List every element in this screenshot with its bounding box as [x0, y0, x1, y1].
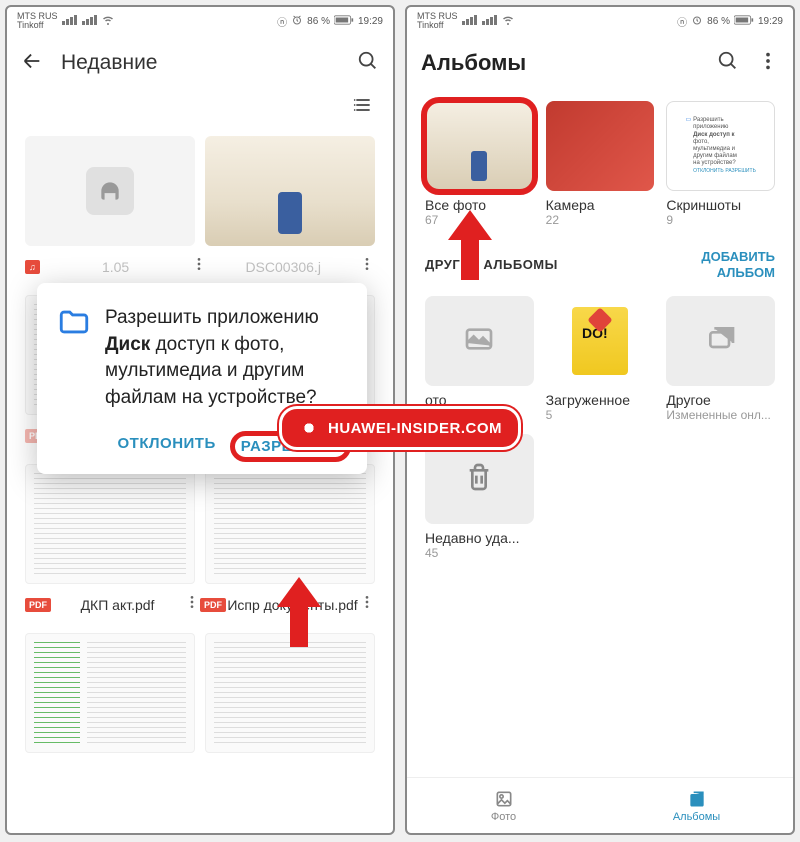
- pdf-badge-2: PDF: [25, 598, 51, 612]
- search-button[interactable]: [357, 50, 379, 77]
- trash-icon: [463, 461, 495, 498]
- album-oname-2: Другое: [666, 392, 775, 408]
- page-title-r: Альбомы: [421, 50, 699, 76]
- album-other-2[interactable]: Другое Измененные онл...: [666, 296, 775, 422]
- pdf-badge-3: PDF: [200, 598, 226, 612]
- more-button-2[interactable]: [359, 256, 375, 277]
- mini-l3: Диск доступ к: [693, 132, 734, 138]
- watermark-text: HUAWEI-INSIDER.COM: [328, 420, 502, 437]
- wifi-icon: [102, 14, 114, 29]
- nav-albums[interactable]: Альбомы: [600, 778, 793, 833]
- dialog-app-name: Диск: [105, 334, 150, 355]
- alarm-icon-r: [691, 14, 703, 29]
- album-screenshots[interactable]: ▭ РазрешитьприложениюДиск доступ кфото,м…: [666, 101, 775, 227]
- pdf-badge-icon: ♫: [25, 260, 40, 274]
- signal-icon-2: [82, 15, 98, 28]
- album-oname-3: Недавно уда...: [425, 530, 534, 546]
- time-text: 19:29: [358, 16, 383, 27]
- battery-text: 86 %: [307, 16, 330, 27]
- signal-icon-r: [462, 15, 478, 28]
- status-bar: MTS RUSTinkoff ⓝ 86 % 19:29: [7, 7, 393, 35]
- mini-l1: Разрешить: [693, 117, 724, 123]
- mini-l6: другим файлам: [693, 153, 737, 159]
- status-bar-r: MTS RUSTinkoff ⓝ 86 % 19:29: [407, 7, 793, 35]
- file-photo-thumb[interactable]: [205, 136, 375, 246]
- battery-icon: [334, 15, 354, 28]
- album-camera[interactable]: Камера 22: [546, 101, 655, 227]
- mini-l7: на устройстве?: [693, 160, 736, 166]
- file-doc-thumb-6[interactable]: [205, 633, 375, 753]
- back-button[interactable]: [21, 50, 43, 77]
- more-button-5[interactable]: [184, 594, 200, 615]
- bottom-nav: Фото Альбомы: [407, 777, 793, 833]
- album-osub-2: Измененные онл...: [666, 408, 775, 422]
- view-mode-button[interactable]: [353, 95, 373, 120]
- album-count-1: 22: [546, 213, 655, 227]
- mini-l2: приложению: [693, 124, 728, 130]
- alarm-icon: [291, 14, 303, 29]
- more-menu-button[interactable]: [757, 50, 779, 77]
- signal-icon: [62, 15, 78, 28]
- watermark-badge: HUAWEI-INSIDER.COM: [279, 406, 521, 450]
- file-doc-thumb-4[interactable]: [205, 464, 375, 584]
- mini-b2: РАЗРЕШИТЬ: [725, 168, 755, 174]
- mini-l4: фото,: [693, 139, 709, 145]
- app-bar-r: Альбомы: [407, 35, 793, 91]
- album-name-1: Камера: [546, 197, 655, 213]
- album-other-1[interactable]: Загруженное 5: [546, 296, 655, 422]
- album-thumb-all: [425, 101, 534, 191]
- more-button-6[interactable]: [359, 594, 375, 615]
- nav-photo[interactable]: Фото: [407, 778, 600, 833]
- app-bar: Недавние: [7, 35, 393, 91]
- page-title: Недавние: [61, 51, 339, 75]
- album-thumb-o0: [425, 296, 534, 386]
- album-count-2: 9: [666, 213, 775, 227]
- nav-albums-label: Альбомы: [673, 811, 720, 823]
- carrier2-text-r: Tinkoff: [417, 20, 444, 30]
- battery-icon-r: [734, 15, 754, 28]
- album-other-3[interactable]: Недавно уда... 45: [425, 434, 534, 560]
- nfc-icon-r: ⓝ: [677, 14, 687, 29]
- wifi-icon-r: [502, 14, 514, 29]
- image-icon: [463, 323, 495, 360]
- signal-icon-r2: [482, 15, 498, 28]
- album-thumb-screenshots: ▭ РазрешитьприложениюДиск доступ кфото,м…: [666, 101, 775, 191]
- folder-icon: [57, 305, 91, 411]
- file-doc-thumb-5[interactable]: [25, 633, 195, 753]
- battery-text-r: 86 %: [707, 16, 730, 27]
- watermark-logo-icon: [298, 417, 320, 439]
- search-button-r[interactable]: [717, 50, 739, 77]
- add-album-button[interactable]: ДОБАВИТЬ АЛЬБОМ: [685, 249, 775, 280]
- annotation-arrow-left: [277, 577, 321, 647]
- file-audio-thumb[interactable]: [25, 136, 195, 246]
- file-doc-thumb-3[interactable]: [25, 464, 195, 584]
- carrier2-text: Tinkoff: [17, 20, 44, 30]
- dialog-text-pre: Разрешить приложению: [105, 307, 319, 328]
- album-ocount-1: 5: [546, 408, 655, 422]
- dialog-text: Разрешить приложению Диск доступ к фото,…: [105, 305, 347, 411]
- annotation-arrow-right: [448, 210, 492, 280]
- file-label-2: DSC00306.j: [207, 259, 359, 275]
- more-button-1[interactable]: [191, 256, 207, 277]
- file-label-1: 1.05: [40, 259, 192, 275]
- headphones-icon: [86, 167, 134, 215]
- mini-b1: ОТКЛОНИТЬ: [693, 168, 724, 174]
- album-oname-1: Загруженное: [546, 392, 655, 408]
- album-other-0[interactable]: ото 3: [425, 296, 534, 422]
- album-ocount-3: 45: [425, 546, 534, 560]
- album-thumb-camera: [546, 101, 655, 191]
- nfc-icon: ⓝ: [277, 14, 287, 29]
- folder-stack-icon: [705, 323, 737, 360]
- file-label-3: ДКП акт.pdf: [51, 597, 184, 613]
- album-all[interactable]: Все фото 67: [425, 101, 534, 227]
- album-thumb-o2: [666, 296, 775, 386]
- nav-photo-label: Фото: [491, 811, 516, 823]
- album-name-2: Скриншоты: [666, 197, 775, 213]
- time-text-r: 19:29: [758, 16, 783, 27]
- mini-l5: мультимедиа и: [693, 146, 735, 152]
- deny-button[interactable]: ОТКЛОНИТЬ: [118, 435, 216, 458]
- album-thumb-o1: [546, 296, 655, 386]
